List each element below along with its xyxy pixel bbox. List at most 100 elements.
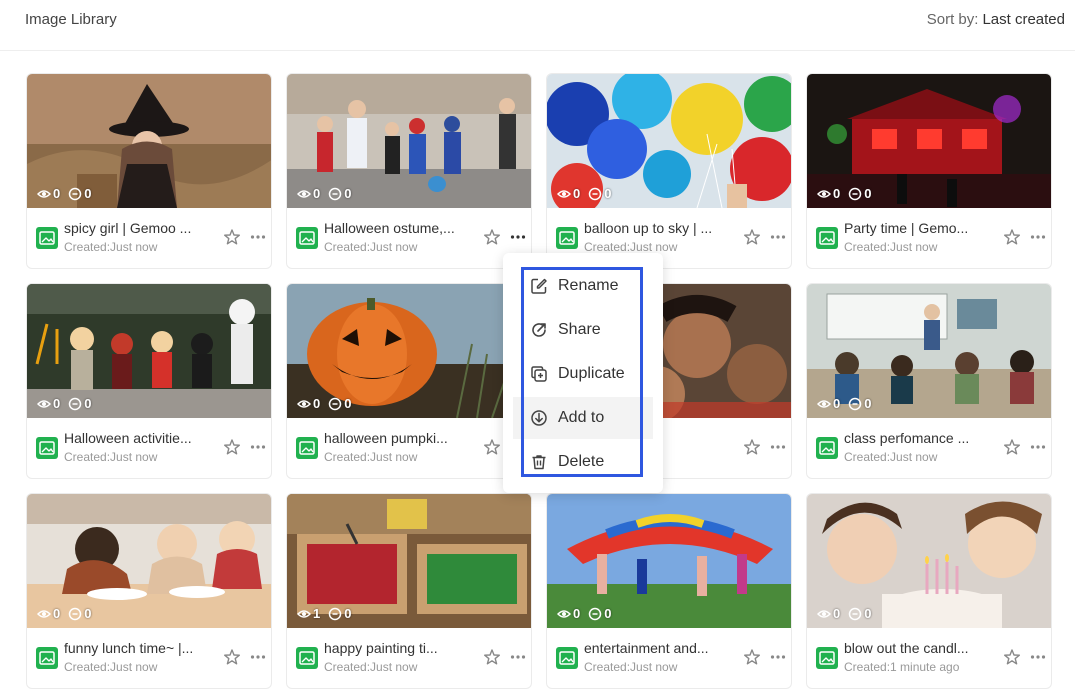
menu-item-delete[interactable]: Delete <box>513 441 653 483</box>
image-thumbnail[interactable]: 1 0 <box>287 494 531 628</box>
view-count: 0 <box>37 186 60 201</box>
star-icon[interactable] <box>223 438 241 456</box>
comment-count: 0 <box>328 606 351 621</box>
card-title[interactable]: blow out the candl... <box>844 640 992 656</box>
eye-icon <box>297 607 311 621</box>
card-date: Created:Just now <box>324 240 418 254</box>
duplicate-icon <box>530 365 548 383</box>
more-options-icon[interactable] <box>249 648 267 666</box>
image-card[interactable]: 0 0 funny lunch time~ |... Created:Just … <box>26 493 272 689</box>
star-icon[interactable] <box>743 228 761 246</box>
image-thumbnail[interactable]: 0 0 <box>27 74 271 208</box>
more-options-icon[interactable] <box>1029 438 1047 456</box>
image-card[interactable]: 0 0 halloween pumpki... Created:Just now <box>286 283 532 479</box>
image-card[interactable]: 0 0 entertainment and... Created:Just no… <box>546 493 792 689</box>
image-thumbnail[interactable]: 0 0 <box>807 74 1051 208</box>
image-card[interactable]: 0 0 Halloween activitie... Created:Just … <box>26 283 272 479</box>
card-title[interactable]: funny lunch time~ |... <box>64 640 212 656</box>
card-date: Created:Just now <box>64 240 158 254</box>
card-title[interactable]: Party time | Gemo... <box>844 220 992 236</box>
image-card[interactable]: 0 0 Party time | Gemo... Created:Just no… <box>806 73 1052 269</box>
star-icon[interactable] <box>483 648 501 666</box>
image-thumbnail[interactable]: 0 0 <box>547 74 791 208</box>
image-stats: 0 0 <box>817 606 871 621</box>
menu-item-duplicate[interactable]: Duplicate <box>513 353 653 395</box>
more-options-icon[interactable] <box>509 648 527 666</box>
card-title[interactable]: spicy girl | Gemoo ... <box>64 220 212 236</box>
view-count: 0 <box>557 186 580 201</box>
menu-item-add-to[interactable]: Add to <box>513 397 653 439</box>
star-icon[interactable] <box>743 648 761 666</box>
card-info: funny lunch time~ |... Created:Just now <box>27 628 271 688</box>
more-options-icon[interactable] <box>1029 648 1047 666</box>
image-file-icon <box>36 647 58 669</box>
view-count: 0 <box>817 396 840 411</box>
image-thumbnail[interactable]: 0 0 <box>27 284 271 418</box>
eye-icon <box>37 187 51 201</box>
card-date: Created:Just now <box>844 450 938 464</box>
card-info: blow out the candl... Created:1 minute a… <box>807 628 1051 688</box>
image-card[interactable]: 0 0 blow out the candl... Created:1 minu… <box>806 493 1052 689</box>
image-file-icon <box>816 647 838 669</box>
star-icon[interactable] <box>223 228 241 246</box>
card-title[interactable]: Halloween ostume,... <box>324 220 472 236</box>
image-thumbnail[interactable]: 0 0 <box>287 74 531 208</box>
eye-icon <box>557 607 571 621</box>
more-options-icon[interactable] <box>249 228 267 246</box>
eye-icon <box>37 607 51 621</box>
comment-icon <box>588 607 602 621</box>
card-title[interactable]: Halloween activitie... <box>64 430 212 446</box>
card-info: Party time | Gemo... Created:Just now <box>807 208 1051 268</box>
comment-count: 0 <box>328 396 351 411</box>
card-title[interactable]: class perfomance ... <box>844 430 992 446</box>
image-stats: 0 0 <box>817 396 871 411</box>
card-title[interactable]: happy painting ti... <box>324 640 472 656</box>
card-info: Halloween ostume,... Created:Just now <box>287 208 531 268</box>
image-stats: 0 0 <box>37 606 91 621</box>
more-options-icon[interactable] <box>769 438 787 456</box>
card-title[interactable]: halloween pumpki... <box>324 430 472 446</box>
star-icon[interactable] <box>223 648 241 666</box>
more-options-icon[interactable] <box>1029 228 1047 246</box>
image-file-icon <box>36 437 58 459</box>
menu-item-rename[interactable]: Rename <box>513 265 653 307</box>
star-icon[interactable] <box>1003 648 1021 666</box>
card-date: Created:Just now <box>64 660 158 674</box>
image-card[interactable]: 0 0 spicy girl | Gemoo ... Created:Just … <box>26 73 272 269</box>
card-date: Created:Just now <box>584 240 678 254</box>
image-thumbnail[interactable]: 0 0 <box>27 494 271 628</box>
image-file-icon <box>556 647 578 669</box>
comment-count: 0 <box>68 606 91 621</box>
more-options-icon[interactable] <box>249 438 267 456</box>
star-icon[interactable] <box>1003 438 1021 456</box>
image-card[interactable]: 0 0 Halloween ostume,... Created:Just no… <box>286 73 532 269</box>
card-info: entertainment and... Created:Just now <box>547 628 791 688</box>
eye-icon <box>37 397 51 411</box>
star-icon[interactable] <box>743 438 761 456</box>
more-options-icon[interactable] <box>769 228 787 246</box>
image-thumbnail[interactable]: 0 0 <box>807 494 1051 628</box>
image-card[interactable]: 0 0 balloon up to sky | ... Created:Just… <box>546 73 792 269</box>
image-card[interactable]: 0 0 class perfomance ... Created:Just no… <box>806 283 1052 479</box>
view-count: 0 <box>37 606 60 621</box>
comment-icon <box>848 607 862 621</box>
view-count: 1 <box>297 606 320 621</box>
image-thumbnail[interactable]: 0 0 <box>807 284 1051 418</box>
comment-count: 0 <box>588 606 611 621</box>
image-card[interactable]: 1 0 happy painting ti... Created:Just no… <box>286 493 532 689</box>
star-icon[interactable] <box>1003 228 1021 246</box>
image-file-icon <box>816 227 838 249</box>
card-title[interactable]: entertainment and... <box>584 640 732 656</box>
star-icon[interactable] <box>483 438 501 456</box>
more-options-icon[interactable] <box>509 228 527 246</box>
image-file-icon <box>296 227 318 249</box>
image-thumbnail[interactable]: 0 0 <box>547 494 791 628</box>
more-options-icon[interactable] <box>769 648 787 666</box>
eye-icon <box>297 397 311 411</box>
card-title[interactable]: balloon up to sky | ... <box>584 220 732 236</box>
menu-item-share[interactable]: Share <box>513 309 653 351</box>
image-stats: 0 0 <box>557 606 611 621</box>
image-thumbnail[interactable]: 0 0 <box>287 284 531 418</box>
star-icon[interactable] <box>483 228 501 246</box>
eye-icon <box>817 187 831 201</box>
